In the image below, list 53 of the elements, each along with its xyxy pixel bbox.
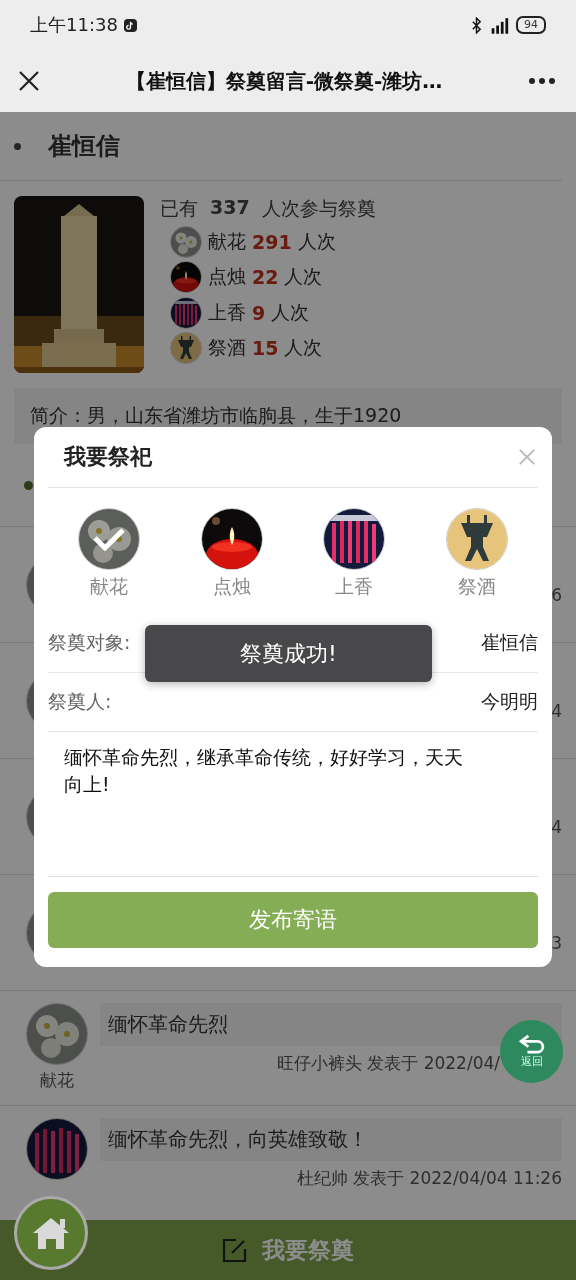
bottom-bar-label: 我要祭奠: [262, 1235, 354, 1265]
stat-count: 9: [252, 301, 266, 324]
bullet-icon: [14, 142, 21, 150]
total-suffix: 人次参与祭奠: [261, 196, 376, 221]
more-icon[interactable]: [528, 77, 556, 85]
stat-unit: 人次: [284, 335, 323, 361]
field-label: 祭奠对象:: [48, 630, 131, 655]
comment-meta: 旺仔小裤头 发表于 2022/04/: [276, 1052, 500, 1075]
stat-unit: 人次: [271, 299, 310, 325]
return-icon: [517, 1034, 546, 1054]
field-label: 祭奠人:: [48, 689, 112, 714]
offering-option[interactable]: 点烛: [200, 508, 263, 600]
stat-count: 291: [252, 230, 292, 253]
app-notification-icon: [123, 18, 137, 32]
comment-message: 缅怀革命先烈，向英雄致敬！: [100, 1118, 562, 1161]
home-icon: [31, 1215, 71, 1251]
offering-option[interactable]: 献花: [78, 508, 141, 600]
timestamp-text: 3: [551, 932, 562, 953]
edit-icon: [222, 1237, 248, 1263]
field-value: 崔恒信: [481, 630, 538, 655]
return-button[interactable]: 返回: [500, 1020, 563, 1083]
field-value: 今明明: [481, 689, 538, 714]
battery-indicator: 94: [516, 16, 546, 34]
dialog-title: 我要祭祀: [64, 443, 152, 471]
timestamp-text: 4: [551, 816, 562, 837]
bluetooth-icon: [471, 16, 482, 34]
timestamp-text: 4: [551, 700, 562, 721]
total-prefix: 已有: [160, 196, 198, 221]
bottom-bar[interactable]: 我要祭奠: [0, 1220, 576, 1280]
stat-unit: 人次: [297, 228, 336, 254]
stat-label: 点烛: [208, 264, 246, 290]
stat-label: 献花: [208, 228, 246, 254]
bullet-icon: [24, 480, 33, 490]
stat-unit: 人次: [284, 264, 323, 290]
offering-option[interactable]: 上香: [323, 508, 386, 600]
offering-option[interactable]: 祭酒: [445, 508, 508, 600]
close-icon[interactable]: [18, 70, 40, 92]
total-count: 337: [210, 196, 250, 220]
stat-count: 15: [252, 337, 279, 360]
page-title: 【崔恒信】祭奠留言-微祭奠-潍坊…: [124, 67, 444, 95]
offering-label: 献花: [40, 1069, 74, 1092]
submit-button[interactable]: 发布寄语: [48, 892, 538, 948]
check-icon: [92, 527, 127, 551]
person-name: 崔恒信: [48, 131, 120, 162]
timestamp-text: 6: [551, 584, 562, 605]
comment-meta: 杜纪帅 发表于 2022/04/04 11:26: [296, 1167, 562, 1190]
message-field[interactable]: 缅怀革命先烈，继承革命传统，好好学习，天天向上!: [48, 732, 538, 877]
status-time: 上午11:38: [30, 13, 118, 37]
toast-message: 祭奠成功!: [145, 625, 432, 682]
stat-label: 上香: [208, 299, 246, 325]
stat-count: 22: [252, 266, 279, 289]
comment-message: 缅怀革命先烈: [100, 1003, 562, 1046]
stat-label: 祭酒: [208, 335, 246, 361]
